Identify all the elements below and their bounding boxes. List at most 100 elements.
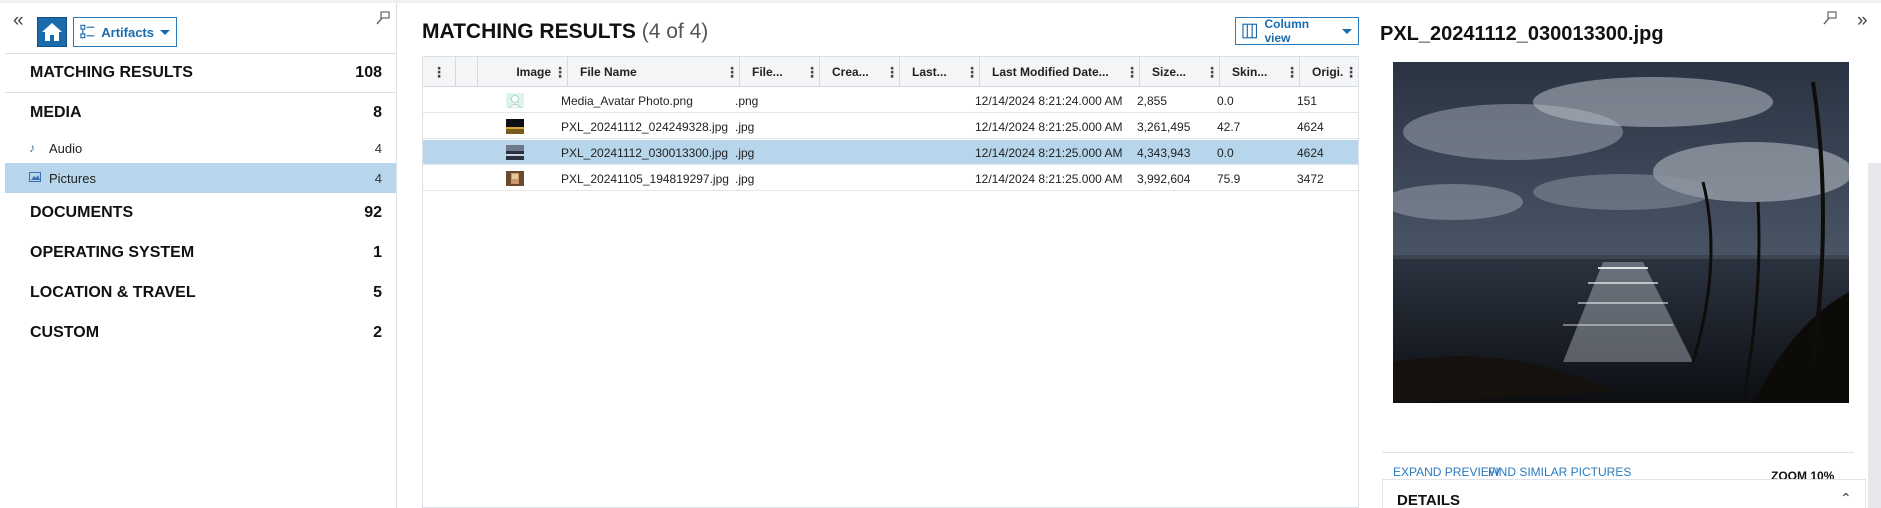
category-label: LOCATION & TRAVEL — [30, 284, 196, 301]
category-count: 108 — [355, 64, 382, 81]
cell-skin: 42.7 — [1217, 119, 1241, 134]
category-matching-results[interactable]: MATCHING RESULTS 108 — [5, 53, 396, 93]
collapse-left-panel-icon[interactable]: « — [13, 10, 24, 32]
column-header-label: Crea... — [832, 65, 869, 79]
cell-file-name: PXL_20241112_030013300.jpg — [561, 145, 729, 160]
column-header-label: File Name — [580, 65, 637, 79]
category-media[interactable]: MEDIA 8 — [5, 93, 396, 133]
column-header-original[interactable]: Origi...⋮ — [1300, 57, 1358, 87]
details-section[interactable]: DETAILS ⌃ — [1382, 479, 1866, 508]
column-header-label: Last... — [912, 65, 947, 79]
cell-file-name: PXL_20241112_024249328.jpg — [561, 119, 729, 134]
subcategory-audio[interactable]: ♪ Audio 4 — [5, 133, 396, 163]
kebab-menu-icon[interactable]: ⋮ — [423, 64, 455, 81]
artifacts-dropdown[interactable]: Artifacts — [73, 17, 177, 47]
page-title: MATCHING RESULTS (4 of 4) — [422, 20, 708, 44]
chevron-down-icon — [1342, 28, 1352, 34]
home-button[interactable] — [37, 17, 67, 47]
table-header: ⋮ Image ⋮ File Name ⋮ File... ⋮ Crea... ⋮ La… — [423, 57, 1358, 87]
column-header-label: Last Modified Date... — [992, 65, 1109, 79]
kebab-menu-icon[interactable]: ⋮ — [1125, 64, 1139, 81]
checkbox-column-header[interactable] — [456, 57, 478, 87]
cell-file-name: Media_Avatar Photo.png — [561, 93, 693, 108]
kebab-menu-icon[interactable]: ⋮ — [965, 64, 979, 81]
category-operating-system[interactable]: OPERATING SYSTEM 1 — [5, 233, 396, 273]
column-header-label: File... — [752, 65, 783, 79]
list-tree-icon — [80, 24, 95, 39]
cell-original: 4624 — [1297, 145, 1324, 160]
cell-last-modified: 12/14/2024 8:21:25.000 AM — [975, 119, 1123, 134]
category-location-travel[interactable]: LOCATION & TRAVEL 5 — [5, 273, 396, 313]
categories-panel: « Artifacts MATCHING RESULTS 108 MEDIA 8 — [5, 3, 397, 508]
thumbnail-image — [506, 140, 530, 165]
kebab-menu-icon[interactable]: ⋮ — [725, 64, 739, 81]
cell-file-name: PXL_20241105_194819297.jpg — [561, 171, 729, 186]
column-header-file-name[interactable]: File Name ⋮ — [568, 57, 740, 87]
cell-last-modified: 12/14/2024 8:21:24.000 AM — [975, 93, 1123, 108]
expand-preview-link[interactable]: EXPAND PREVIEW — [1393, 465, 1500, 479]
cell-file-ext: .png — [735, 93, 759, 108]
preview-scrollbar[interactable] — [1868, 163, 1881, 508]
column-header-file-ext[interactable]: File... ⋮ — [740, 57, 820, 87]
pin-icon[interactable] — [375, 10, 391, 26]
picture-icon — [29, 171, 45, 185]
subcategory-label: Pictures — [49, 170, 96, 186]
kebab-menu-icon[interactable]: ⋮ — [805, 64, 819, 81]
category-documents[interactable]: DOCUMENTS 92 — [5, 193, 396, 233]
kebab-menu-icon[interactable]: ⋮ — [1205, 64, 1219, 81]
pin-icon[interactable] — [1822, 10, 1838, 26]
column-header-label: Origi... — [1312, 65, 1344, 79]
column-header-skin[interactable]: Skin... ⋮ — [1220, 57, 1300, 87]
collapse-right-panel-icon[interactable]: » — [1857, 10, 1868, 32]
subcategory-count: 4 — [374, 140, 382, 156]
results-panel: MATCHING RESULTS (4 of 4) Column view ⋮ … — [421, 3, 1359, 508]
results-title: MATCHING RESULTS — [422, 20, 636, 43]
cell-size: 3,261,495 — [1137, 119, 1191, 134]
category-count: 5 — [373, 284, 382, 301]
column-header-last[interactable]: Last... ⋮ — [900, 57, 980, 87]
cell-skin: 75.9 — [1217, 171, 1241, 186]
subcategory-label: Audio — [49, 140, 83, 156]
kebab-menu-icon[interactable]: ⋮ — [1285, 64, 1299, 81]
table-row[interactable]: PXL_20241112_024249328.jpg .jpg 12/14/20… — [423, 114, 1358, 139]
subcategory-pictures[interactable]: Pictures 4 — [5, 163, 396, 193]
preview-panel: PXL_20241112_030013300.jpg » EXPAND PREV… — [1370, 3, 1881, 508]
category-count: 92 — [364, 204, 382, 221]
kebab-menu-icon[interactable]: ⋮ — [885, 64, 899, 81]
category-count: 1 — [373, 244, 382, 261]
cell-original: 151 — [1297, 93, 1318, 108]
table-row[interactable]: Media_Avatar Photo.png .png 12/14/2024 8… — [423, 88, 1358, 113]
row-menu-column-header[interactable]: ⋮ — [423, 57, 456, 87]
cell-file-ext: .jpg — [735, 145, 755, 160]
category-label: MATCHING RESULTS — [30, 64, 193, 81]
find-similar-pictures-link[interactable]: FIND SIMILAR PICTURES — [1488, 465, 1631, 479]
column-header-label: Image — [516, 65, 551, 79]
column-header-last-modified[interactable]: Last Modified Date... ⋮ — [980, 57, 1140, 87]
category-custom[interactable]: CUSTOM 2 — [5, 313, 396, 353]
preview-title: PXL_20241112_030013300.jpg — [1380, 23, 1664, 45]
column-header-created[interactable]: Crea... ⋮ — [820, 57, 900, 87]
table-row-selected[interactable]: PXL_20241112_030013300.jpg .jpg 12/14/20… — [423, 140, 1358, 165]
columns-icon — [1242, 23, 1258, 39]
category-label: CUSTOM — [30, 324, 100, 341]
column-header-label: Size... — [1152, 65, 1187, 79]
cell-skin: 0.0 — [1217, 93, 1234, 108]
column-header-size[interactable]: Size... ⋮ — [1140, 57, 1220, 87]
music-note-icon: ♪ — [29, 141, 35, 155]
cell-size: 3,992,604 — [1137, 171, 1191, 186]
table-row[interactable]: PXL_20241105_194819297.jpg .jpg 12/14/20… — [423, 166, 1358, 191]
chevron-down-icon — [160, 29, 170, 35]
cell-file-ext: .jpg — [735, 119, 755, 134]
thumbnail-image — [506, 114, 530, 139]
preview-image[interactable] — [1393, 62, 1849, 403]
column-view-dropdown[interactable]: Column view — [1235, 17, 1359, 45]
kebab-menu-icon[interactable]: ⋮ — [1344, 64, 1358, 81]
preview-card: EXPAND PREVIEW FIND SIMILAR PICTURES ZOO… — [1382, 55, 1854, 483]
home-icon — [42, 23, 62, 41]
column-header-image[interactable]: Image ⋮ — [478, 57, 568, 87]
chevron-double-up-icon[interactable]: ⌃ — [1840, 490, 1852, 507]
cell-file-ext: .jpg — [735, 171, 755, 186]
cell-original: 3472 — [1297, 171, 1324, 186]
cell-size: 4,343,943 — [1137, 145, 1191, 160]
kebab-menu-icon[interactable]: ⋮ — [553, 64, 567, 81]
